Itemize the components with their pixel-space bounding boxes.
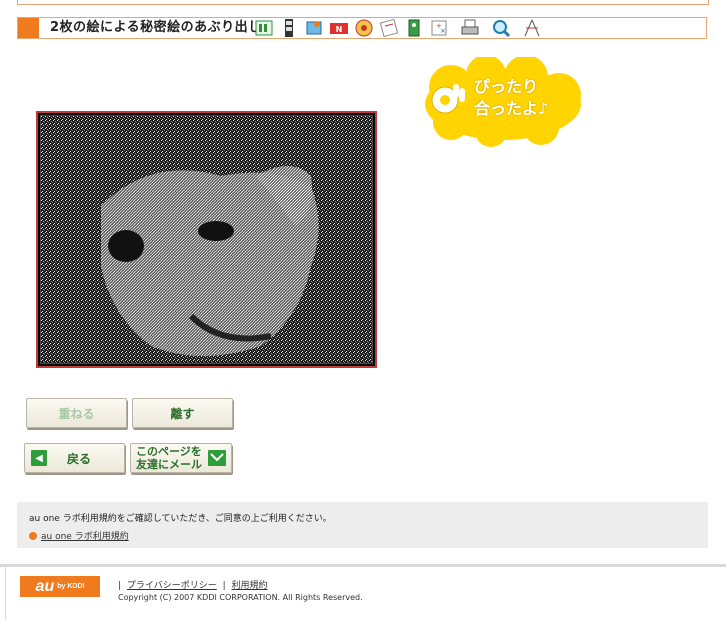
svg-text:N: N <box>336 25 343 34</box>
back-arrow-icon: ◀ <box>31 450 47 466</box>
terms-of-use-link[interactable]: 利用規約 <box>232 581 268 591</box>
mail-label: このページを 友達にメール <box>136 445 206 471</box>
mail-friend-button[interactable]: このページを 友達にメール <box>130 443 232 473</box>
secret-picture <box>40 115 373 364</box>
compass-icon[interactable] <box>521 18 543 38</box>
back-button[interactable]: ◀ 戻る <box>24 443 125 473</box>
photo-icon[interactable] <box>303 18 325 38</box>
back-label: 戻る <box>67 451 92 466</box>
calculator-icon[interactable]: + × <box>428 18 450 38</box>
arrow-bullet-icon <box>29 531 37 540</box>
dog-image-icon <box>41 116 372 363</box>
bubble-line-1: ぴったり <box>474 77 539 96</box>
card-icon[interactable] <box>378 18 400 38</box>
film-icon[interactable] <box>278 18 300 38</box>
privacy-policy-link[interactable]: プライバシーポリシー <box>127 581 217 591</box>
terms-notice-text: au one ラボ利用規約をご確認していただき、ご同意の上ご利用ください。 <box>29 514 332 524</box>
toolbar-icons: N + × <box>253 18 546 38</box>
page-title: 2枚の絵による秘密絵のあぶり出し <box>50 20 262 35</box>
new-icon[interactable]: N <box>328 18 350 38</box>
mail-envelope-icon <box>208 450 226 466</box>
secret-picture-frame <box>36 111 377 368</box>
terms-notice-box: au one ラボ利用規約をご確認していただき、ご同意の上ご利用ください。 au… <box>17 502 708 548</box>
camera-icon[interactable] <box>253 18 275 38</box>
copyright-text: Copyright (C) 2007 KDDI CORPORATION. All… <box>118 593 363 602</box>
au-logo-main: au <box>35 577 55 595</box>
terms-link[interactable]: au one ラボ利用規約 <box>41 529 129 542</box>
printer-icon[interactable] <box>459 18 481 38</box>
bookmark-icon[interactable] <box>403 18 425 38</box>
coupon-icon[interactable] <box>353 18 375 38</box>
mail-label-line-2: 友達にメール <box>136 458 202 471</box>
au-logo[interactable]: au by KDDI <box>20 576 100 597</box>
title-bar: 2枚の絵による秘密絵のあぶり出し N + × <box>17 17 707 39</box>
mail-label-line-1: このページを <box>136 445 202 458</box>
separate-button[interactable]: 離す <box>132 398 233 428</box>
title-accent <box>18 18 39 38</box>
au-logo-sub: by KDDI <box>57 583 85 590</box>
svg-text:×: × <box>440 27 446 35</box>
footer <box>5 567 726 620</box>
bubble-line-2: 合ったよ♪ <box>474 99 549 118</box>
overlay-button[interactable]: 重ねる <box>26 398 127 428</box>
top-frame <box>17 0 709 5</box>
footer-links: | プライバシーポリシー | 利用規約 <box>118 581 268 591</box>
magnifier-icon[interactable] <box>490 18 512 38</box>
bubble-message: ぴったり 合ったよ♪ <box>474 76 584 120</box>
